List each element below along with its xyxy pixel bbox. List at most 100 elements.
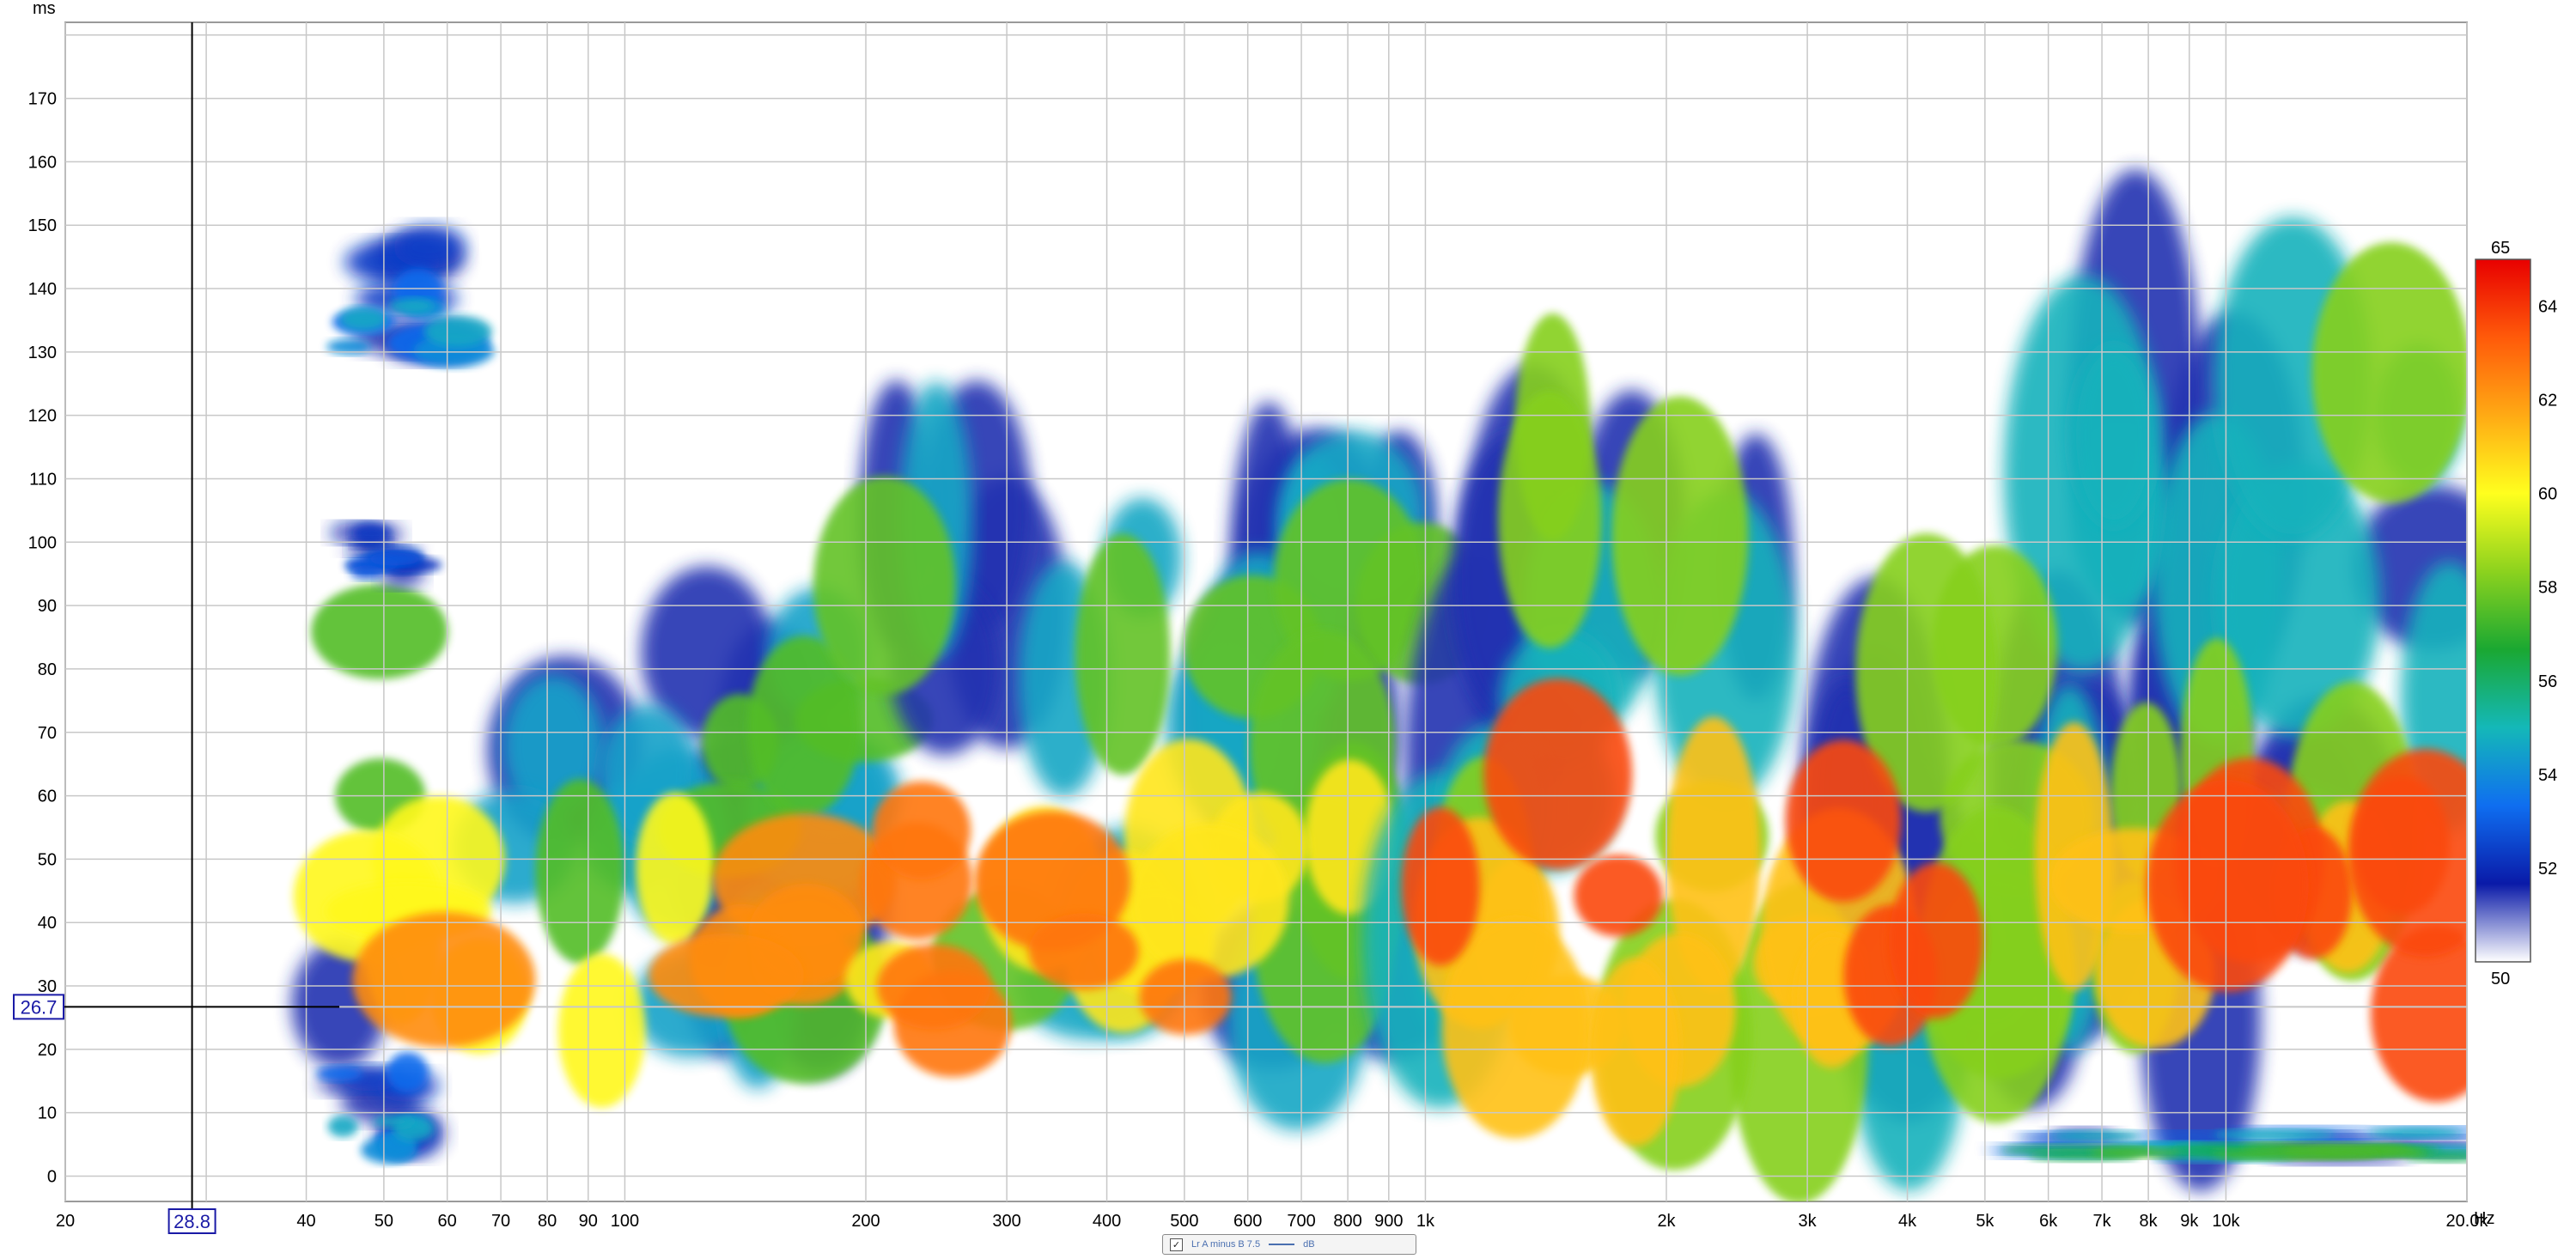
x-tick-label: 6k <box>2039 1212 2058 1231</box>
heat-blob <box>339 307 387 331</box>
cursor-x-readout: 28.8 <box>174 1211 210 1232</box>
heat-blob <box>317 1066 362 1081</box>
colorbar-tick-label: 54 <box>2538 766 2557 785</box>
x-tick-label: 8k <box>2140 1212 2159 1231</box>
heat-blob <box>535 779 624 964</box>
colorbar-min-label: 50 <box>2491 970 2510 988</box>
heat-blob <box>1401 806 1480 966</box>
heat-blob <box>649 934 804 1018</box>
y-tick-label: 170 <box>28 90 57 109</box>
x-tick-label: 70 <box>491 1212 510 1231</box>
y-unit-label: ms <box>33 0 56 18</box>
spectrogram-chart: 20 40 50 60 70 80 90 100 200 300 400 500 600 700 800 90… <box>13 0 2557 1234</box>
heat-blob <box>2213 1129 2335 1140</box>
heat-blob <box>1028 913 1139 990</box>
heat-blob <box>2213 1149 2378 1160</box>
heat-blob <box>311 584 448 679</box>
x-tick-label: 60 <box>438 1212 457 1231</box>
heat-blob <box>557 953 646 1108</box>
heat-blob <box>1139 958 1232 1035</box>
y-tick-label: 70 <box>38 724 57 743</box>
y-tick-label: 130 <box>28 344 57 362</box>
legend-checkbox[interactable]: ✓ <box>1170 1238 1183 1251</box>
heat-blob <box>876 944 991 1030</box>
x-tick-label: 2k <box>1657 1212 1676 1231</box>
heat-blob <box>387 1052 429 1093</box>
legend-series-name: Lr A minus B 7.5 <box>1191 1239 1261 1250</box>
heat-blob <box>1130 823 1289 980</box>
y-tick-label: 40 <box>38 914 57 933</box>
heat-blob <box>388 298 435 314</box>
heat-blob <box>1889 862 1983 1019</box>
legend-unit: dB <box>1303 1239 1315 1250</box>
heat-blob <box>636 792 714 945</box>
cursor-y-readout: 26.7 <box>21 996 58 1018</box>
heat-blob <box>393 225 466 269</box>
x-tick-label: 1k <box>1416 1212 1435 1231</box>
x-tick-label: 5k <box>1976 1212 1994 1231</box>
heat-blob <box>813 476 956 696</box>
x-tick-label: 4k <box>1898 1212 1917 1231</box>
y-tick-label: 80 <box>38 660 57 679</box>
heat-blob <box>423 316 492 347</box>
x-tick-label: 200 <box>851 1212 880 1231</box>
heat-blob <box>2090 1147 2180 1159</box>
x-tick-label: 7k <box>2093 1212 2112 1231</box>
heat-blob <box>351 523 392 544</box>
colorbar-tick-label: 52 <box>2538 860 2557 879</box>
x-tick-label: 600 <box>1233 1212 1262 1231</box>
heat-blob <box>1574 855 1663 937</box>
heat-blob <box>2070 344 2158 527</box>
heat-blob <box>350 565 385 580</box>
y-tick-label: 150 <box>28 216 57 235</box>
x-tick-label: 10k <box>2212 1212 2240 1231</box>
x-tick-label: 40 <box>296 1212 315 1231</box>
colorbar-tick-labels: 52 54 56 58 60 62 64 <box>2538 298 2557 879</box>
x-unit-label: Hz <box>2474 1209 2494 1228</box>
legend[interactable]: ✓ Lr A minus B 7.5 dB <box>1162 1234 1416 1255</box>
y-tick-label: 110 <box>29 470 57 489</box>
heat-blob <box>327 1115 358 1137</box>
colorbar-max-label: 65 <box>2491 239 2510 258</box>
y-tick-label: 10 <box>38 1104 57 1123</box>
x-tick-label: 800 <box>1333 1212 1361 1231</box>
heat-region <box>1987 1127 2467 1164</box>
colorbar-tick-label: 60 <box>2538 485 2557 504</box>
x-tick-label: 500 <box>1170 1212 1198 1231</box>
y-tick-label: 0 <box>47 1167 57 1186</box>
heat-blob <box>1483 678 1633 870</box>
x-tick-label: 80 <box>538 1212 557 1231</box>
x-tick-label: 300 <box>992 1212 1020 1231</box>
heat-blob <box>2369 1128 2462 1139</box>
x-tick-label: 50 <box>375 1212 393 1231</box>
x-tick-label: 9k <box>2180 1212 2199 1231</box>
y-tick-labels: 0 10 20 30 40 50 60 70 80 90 100 110 120 130 140 150 160… <box>28 90 57 1187</box>
legend-line-swatch <box>1269 1244 1295 1245</box>
heat-blob <box>1785 739 1902 903</box>
heat-blob <box>352 911 536 1048</box>
y-tick-label: 20 <box>38 1041 57 1060</box>
y-tick-label: 160 <box>28 153 57 172</box>
x-tick-label: 400 <box>1093 1212 1121 1231</box>
colorbar: 65 50 52 54 56 58 60 62 64 <box>2475 239 2557 988</box>
x-tick-labels: 20 40 50 60 70 80 90 100 200 300 400 500 600 700 800 90… <box>56 1212 2489 1231</box>
colorbar-ramp <box>2475 258 2531 963</box>
colorbar-tick-label: 56 <box>2538 672 2557 691</box>
x-tick-label: 700 <box>1287 1212 1315 1231</box>
x-tick-label: 900 <box>1374 1212 1403 1231</box>
heat-blob <box>1611 396 1749 676</box>
heat-blob <box>2146 779 2309 992</box>
heat-blob <box>368 552 421 566</box>
x-tick-label: 20 <box>56 1212 75 1231</box>
heat-blob <box>373 1115 415 1128</box>
y-tick-label: 100 <box>28 533 57 552</box>
heat-blob <box>1075 533 1171 775</box>
heat-blob <box>1441 917 1590 1139</box>
colorbar-tick-label: 64 <box>2538 298 2557 317</box>
y-tick-label: 30 <box>38 977 57 996</box>
y-tick-label: 90 <box>38 597 57 616</box>
x-tick-label: 90 <box>579 1212 598 1231</box>
colorbar-tick-label: 58 <box>2538 579 2557 598</box>
y-tick-label: 140 <box>28 280 57 299</box>
heat-blob <box>2050 1130 2141 1141</box>
